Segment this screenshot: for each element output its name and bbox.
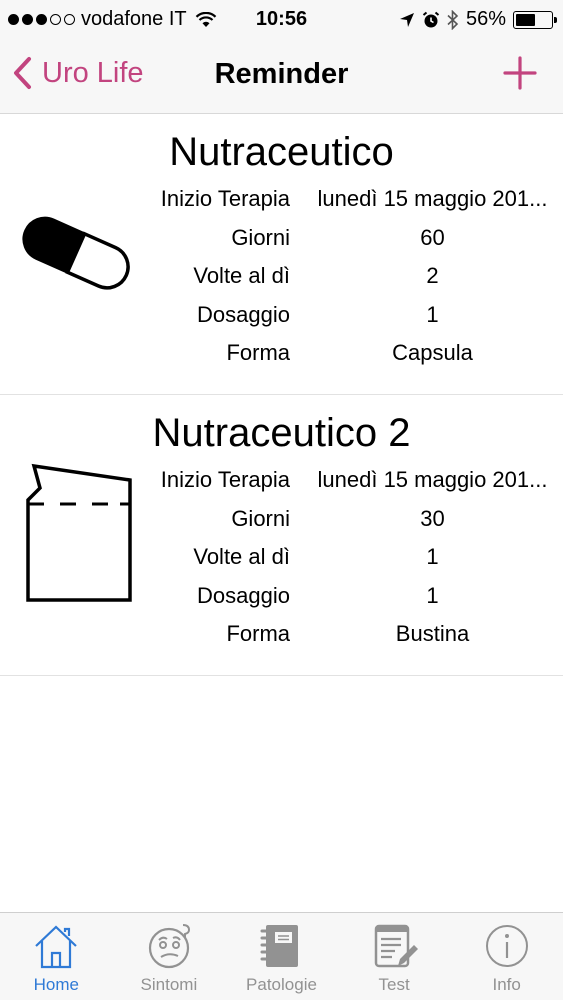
reminder-details: Inizio Terapia lunedì 15 maggio 201... G… xyxy=(140,180,563,373)
checklist-icon xyxy=(374,924,419,968)
detail-row-times-per-day: Volte al dì 1 xyxy=(140,538,563,577)
reminder-details: Inizio Terapia lunedì 15 maggio 201... G… xyxy=(140,461,563,654)
sachet-icon xyxy=(26,463,132,602)
home-icon xyxy=(35,925,78,969)
status-bar: vodafone IT 10:56 56% xyxy=(0,0,563,40)
tab-label: Test xyxy=(378,975,410,994)
detail-row-dosage: Dosaggio 1 xyxy=(140,577,563,616)
tab-test[interactable]: Test xyxy=(338,913,451,1000)
detail-label: Inizio Terapia xyxy=(160,467,290,493)
detail-value: 2 xyxy=(426,263,439,289)
detail-row-times-per-day: Volte al dì 2 xyxy=(140,257,563,296)
detail-row-form: Forma Bustina xyxy=(140,615,563,654)
detail-label: Dosaggio xyxy=(197,582,290,608)
location-arrow-icon xyxy=(399,12,414,27)
detail-label: Volte al dì xyxy=(193,263,290,289)
reminder-title: Nutraceutico 2 xyxy=(152,411,411,455)
detail-label: Dosaggio xyxy=(197,301,290,327)
tab-label: Sintomi xyxy=(140,975,198,994)
detail-value: Capsula xyxy=(392,340,473,366)
navigation-bar: Uro Life Reminder xyxy=(0,40,563,114)
confused-face-icon xyxy=(148,924,190,969)
detail-row-start: Inizio Terapia lunedì 15 maggio 201... xyxy=(140,461,563,500)
add-reminder-button[interactable] xyxy=(503,56,537,90)
bluetooth-icon xyxy=(447,9,459,30)
detail-row-days: Giorni 60 xyxy=(140,219,563,258)
detail-label: Inizio Terapia xyxy=(160,186,290,212)
detail-row-dosage: Dosaggio 1 xyxy=(140,296,563,335)
wifi-icon xyxy=(195,11,216,27)
tab-label: Info xyxy=(492,975,521,994)
info-icon xyxy=(485,925,528,967)
detail-value: 1 xyxy=(426,301,439,327)
back-button[interactable]: Uro Life xyxy=(12,56,144,90)
detail-value: 60 xyxy=(420,224,445,250)
battery-fill xyxy=(516,13,536,26)
detail-label: Forma xyxy=(226,340,290,366)
detail-label: Giorni xyxy=(231,505,290,531)
detail-label: Forma xyxy=(226,621,290,647)
status-left: vodafone IT xyxy=(8,8,217,31)
detail-value: 1 xyxy=(426,582,439,608)
battery-percentage: 56% xyxy=(465,8,506,30)
detail-row-start: Inizio Terapia lunedì 15 maggio 201... xyxy=(140,180,563,219)
alarm-clock-icon xyxy=(422,11,440,27)
notebook-icon xyxy=(260,925,299,967)
back-button-label: Uro Life xyxy=(42,56,144,89)
tab-sintomi[interactable]: Sintomi xyxy=(113,913,226,1000)
reminder-card[interactable]: Nutraceutico Inizio Terapia lunedì 15 ma… xyxy=(0,114,563,395)
signal-strength-icon xyxy=(8,14,75,25)
battery-icon xyxy=(513,10,557,29)
reminder-title: Nutraceutico xyxy=(169,130,394,174)
detail-value: Bustina xyxy=(395,621,470,647)
detail-label: Volte al dì xyxy=(193,544,290,570)
capsule-icon xyxy=(22,216,130,290)
detail-value: lunedì 15 maggio 201... xyxy=(317,467,548,493)
detail-row-form: Forma Capsula xyxy=(140,334,563,373)
tab-home[interactable]: Home xyxy=(0,913,113,1000)
detail-value: 1 xyxy=(426,544,439,570)
detail-row-days: Giorni 30 xyxy=(140,500,563,539)
tab-label: Patologie xyxy=(246,975,317,994)
detail-value: 30 xyxy=(420,505,445,531)
chevron-left-icon xyxy=(14,57,31,89)
detail-value: lunedì 15 maggio 201... xyxy=(317,186,548,212)
tab-info[interactable]: Info xyxy=(450,913,563,1000)
tab-label: Home xyxy=(33,975,79,994)
carrier-name: vodafone IT xyxy=(81,8,187,30)
detail-label: Giorni xyxy=(231,224,290,250)
status-right: 56% xyxy=(399,8,557,31)
tab-bar: Home Sintomi Patologie Test Info xyxy=(0,912,563,1000)
tab-patologie[interactable]: Patologie xyxy=(225,913,338,1000)
